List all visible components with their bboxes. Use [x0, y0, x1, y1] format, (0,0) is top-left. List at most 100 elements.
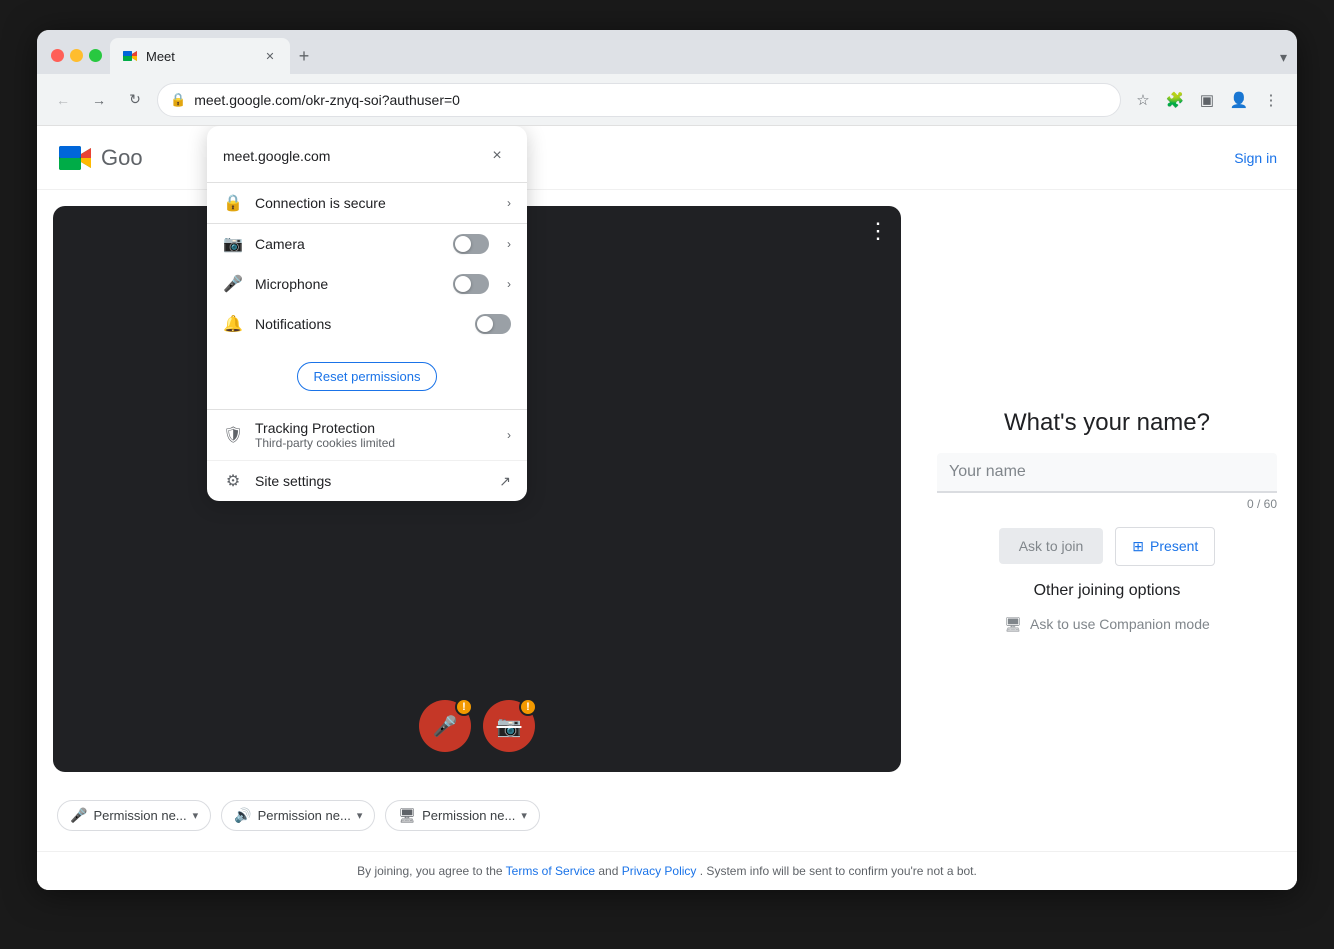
companion-label: Ask to use Companion mode [1030, 616, 1210, 632]
footer-text-after: . System info will be sent to confirm yo… [700, 864, 977, 878]
screen-perm-label: Permission ne... [422, 808, 515, 823]
notifications-toggle[interactable] [475, 314, 511, 334]
meet-footer: By joining, you agree to the Terms of Se… [37, 851, 1297, 890]
connection-chevron-icon: › [507, 196, 511, 210]
mic-chevron-icon: › [507, 277, 511, 291]
address-text: meet.google.com/okr-znyq-soi?authuser=0 [194, 92, 1108, 108]
address-input-wrap[interactable]: 🔒 meet.google.com/okr-znyq-soi?authuser=… [157, 83, 1121, 117]
mic-perm-label: Permission ne... [93, 808, 186, 823]
connection-row[interactable]: 🔒 Connection is secure › [207, 183, 527, 224]
screen-perm-icon: 🖥 [398, 807, 416, 824]
present-icon: ⊞ [1132, 538, 1144, 555]
reset-permissions-button[interactable]: Reset permissions [297, 362, 438, 391]
speaker-permission-button[interactable]: 🔊 Permission ne... ▾ [221, 800, 375, 831]
new-tab-button[interactable]: + [290, 42, 318, 70]
back-button[interactable]: ← [49, 86, 77, 114]
whats-your-name-heading: What's your name? [1004, 409, 1210, 437]
video-controls: 🎤 ! 📷 ! [419, 700, 535, 752]
menu-button[interactable]: ⋮ [1257, 86, 1285, 114]
site-info-popup: meet.google.com × 🔒 Connection is secure… [207, 126, 527, 501]
popup-close-button[interactable]: × [483, 142, 511, 170]
name-input[interactable] [937, 453, 1277, 493]
lock-secure-icon: 🔒 [223, 193, 243, 213]
tracking-label: Tracking Protection [255, 420, 495, 436]
popup-domain: meet.google.com [223, 148, 330, 164]
tracking-content: Tracking Protection Third-party cookies … [255, 420, 495, 450]
maximize-window-button[interactable] [89, 49, 102, 62]
camera-perm-icon: 📷 [223, 234, 243, 254]
forward-button[interactable]: → [85, 86, 113, 114]
window-controls [47, 49, 110, 74]
mute-button[interactable]: 🎤 ! [419, 700, 471, 752]
footer-text-before: By joining, you agree to the [357, 864, 506, 878]
meet-logo-text: Goo [101, 145, 143, 171]
site-settings-external-icon: ↗ [499, 473, 511, 490]
browser-window: Meet ✕ + ▾ ← → ↻ 🔒 meet.google.com/okr-z… [37, 30, 1297, 890]
tracking-protection-row[interactable]: 🛡 Tracking Protection Third-party cookie… [207, 410, 527, 461]
site-settings-icon: ⚙ [223, 471, 243, 491]
companion-mode-row: 🖥 Ask to use Companion mode [1004, 616, 1210, 633]
ask-to-join-button[interactable]: Ask to join [999, 528, 1104, 564]
privacy-policy-link[interactable]: Privacy Policy [622, 864, 697, 878]
tab-title: Meet [146, 49, 254, 64]
mic-toggle-knob [455, 276, 471, 292]
close-window-button[interactable] [51, 49, 64, 62]
tab-close-button[interactable]: ✕ [262, 48, 278, 64]
mic-perm-chevron-icon: ▾ [193, 809, 199, 822]
lock-icon: 🔒 [170, 92, 186, 108]
name-input-wrap: 0 / 60 [937, 453, 1277, 511]
popup-header: meet.google.com × [207, 126, 527, 183]
mic-popup-label: Microphone [255, 276, 441, 292]
site-settings-row[interactable]: ⚙ Site settings ↗ [207, 461, 527, 501]
camera-perm-label: Camera [255, 236, 441, 252]
page-content: Goo Sign in ⋮ 🎤 ! [37, 126, 1297, 890]
profile-button[interactable]: 👤 [1225, 86, 1253, 114]
speaker-perm-chevron-icon: ▾ [357, 809, 363, 822]
mic-toggle[interactable] [453, 274, 489, 294]
screen-permission-button[interactable]: 🖥 Permission ne... ▾ [385, 800, 540, 831]
camera-off-button[interactable]: 📷 ! [483, 700, 535, 752]
notifications-perm-label: Notifications [255, 316, 463, 332]
video-more-button[interactable]: ⋮ [867, 218, 889, 244]
camera-chevron-icon: › [507, 237, 511, 251]
sign-in-button[interactable]: Sign in [1234, 150, 1277, 166]
microphone-permission-row[interactable]: 🎤 Microphone › [207, 264, 527, 304]
site-settings-label: Site settings [255, 473, 487, 489]
minimize-window-button[interactable] [70, 49, 83, 62]
permissions-section: 📷 Camera › 🎤 Microphone › [207, 224, 527, 410]
speaker-perm-icon: 🔊 [234, 807, 251, 824]
camera-off-icon: 📷 [497, 714, 522, 739]
notifications-permission-row[interactable]: 🔔 Notifications [207, 304, 527, 344]
footer-text-mid: and [598, 864, 621, 878]
split-view-button[interactable]: ▣ [1193, 86, 1221, 114]
tracking-icon: 🛡 [223, 425, 243, 445]
mic-perm-icon: 🎤 [70, 807, 87, 824]
tracking-chevron-icon: › [507, 428, 511, 442]
address-bar-actions: ☆ 🧩 ▣ 👤 ⋮ [1129, 86, 1285, 114]
tab-bar: Meet ✕ + ▾ [37, 30, 1297, 74]
other-options-title: Other joining options [1034, 582, 1181, 600]
mic-popup-icon: 🎤 [223, 274, 243, 294]
refresh-button[interactable]: ↻ [121, 86, 149, 114]
extensions-button[interactable]: 🧩 [1161, 86, 1189, 114]
present-label: Present [1150, 538, 1198, 554]
camera-permission-row[interactable]: 📷 Camera › [207, 224, 527, 264]
present-button[interactable]: ⊞ Present [1115, 527, 1215, 566]
meet-logo-area: Goo [57, 140, 143, 176]
camera-toggle[interactable] [453, 234, 489, 254]
active-tab[interactable]: Meet ✕ [110, 38, 290, 74]
address-bar: ← → ↻ 🔒 meet.google.com/okr-znyq-soi?aut… [37, 74, 1297, 126]
right-panel: What's your name? 0 / 60 Ask to join ⊞ P… [917, 190, 1297, 851]
terms-of-service-link[interactable]: Terms of Service [506, 864, 595, 878]
companion-icon: 🖥 [1004, 616, 1022, 633]
tracking-sub: Third-party cookies limited [255, 436, 495, 450]
microphone-off-icon: 🎤 [433, 714, 458, 739]
meet-logo-icon [57, 140, 93, 176]
reset-section: Reset permissions [207, 344, 527, 409]
speaker-perm-label: Permission ne... [258, 808, 351, 823]
bookmark-button[interactable]: ☆ [1129, 86, 1157, 114]
join-buttons: Ask to join ⊞ Present [999, 527, 1216, 566]
mic-permission-button[interactable]: 🎤 Permission ne... ▾ [57, 800, 211, 831]
mute-warning-badge: ! [455, 698, 473, 716]
char-count: 0 / 60 [937, 497, 1277, 511]
